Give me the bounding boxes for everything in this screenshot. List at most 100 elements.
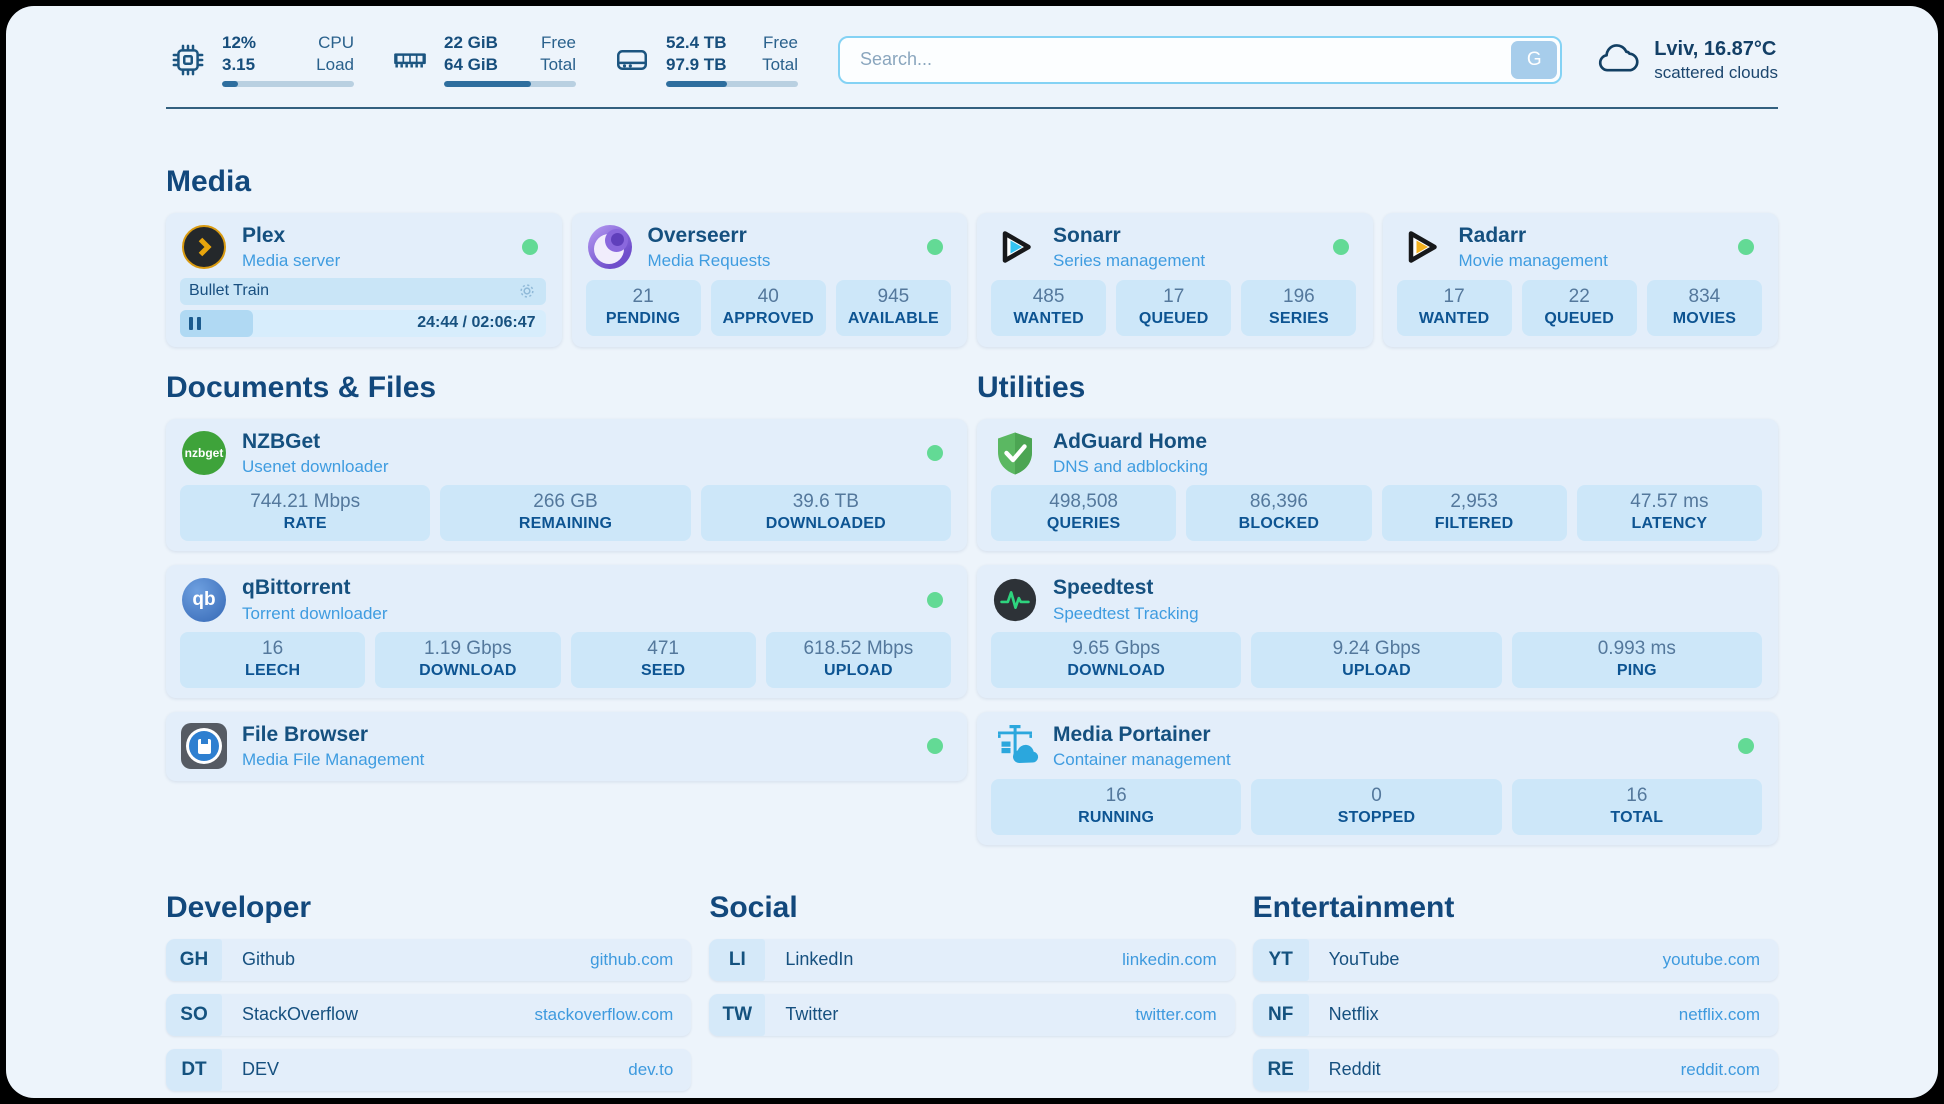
playback-progress-bar[interactable]: 24:44 / 02:06:47: [180, 310, 546, 337]
service-name: AdGuard Home: [1053, 429, 1208, 454]
system-stats: 12%3.15CPULoad 22 GiB64 GiBFreeTotal 52.4 …: [166, 32, 798, 87]
search-input[interactable]: [838, 36, 1562, 84]
stat-box-label: STOPPED: [1253, 809, 1499, 827]
cpu-stat: 12%3.15CPULoad: [166, 32, 354, 87]
stat-box-label: TOTAL: [1514, 809, 1760, 827]
gear-icon[interactable]: [517, 281, 537, 301]
portainer-icon: [991, 722, 1039, 770]
service-name: Sonarr: [1053, 223, 1205, 248]
service-card-nzbget[interactable]: nzbgetNZBGetUsenet downloader744.21 Mbps…: [166, 419, 967, 552]
stat-box-value: 9.24 Gbps: [1253, 638, 1499, 660]
service-name: File Browser: [242, 722, 424, 747]
status-dot-online: [1333, 239, 1349, 255]
stat-box-label: SEED: [573, 662, 754, 680]
service-name: qBittorrent: [242, 575, 388, 600]
stat-box-value: 39.6 TB: [703, 491, 949, 513]
usage-progress-bar: [222, 81, 354, 87]
bookmark-link-dev[interactable]: DTDEVdev.to: [166, 1049, 691, 1091]
stat-box: 17QUEUED: [1116, 280, 1231, 336]
service-card-sonarr[interactable]: SonarrSeries management485WANTED17QUEUED…: [977, 213, 1373, 347]
disk-stat: 52.4 TB97.9 TBFreeTotal: [610, 32, 798, 87]
stat-box-label: RATE: [182, 515, 428, 533]
nzbget-icon: nzbget: [180, 429, 228, 477]
stat-box-value: 834: [1649, 286, 1760, 308]
stat-box-value: 471: [573, 638, 754, 660]
stat-box-label: QUEUED: [1524, 310, 1635, 328]
bookmark-name: Github: [242, 949, 295, 970]
bookmark-link-github[interactable]: GHGithubgithub.com: [166, 939, 691, 981]
service-description: Usenet downloader: [242, 457, 388, 477]
stat-box: 266 GBREMAINING: [440, 485, 690, 541]
bookmark-url: netflix.com: [1679, 1005, 1760, 1025]
stat-box-value: 40: [713, 286, 824, 308]
bookmark-abbr: NF: [1253, 994, 1309, 1036]
documents-cards: nzbgetNZBGetUsenet downloader744.21 Mbps…: [166, 419, 967, 781]
utilities-cards: AdGuard Home DNS and adblocking 498,508QUE…: [977, 419, 1778, 845]
stat-box-label: UPLOAD: [768, 662, 949, 680]
memory-icon: [388, 40, 432, 80]
service-description: Media server: [242, 251, 340, 271]
stat-box-label: AVAILABLE: [838, 310, 949, 328]
cloud-icon: [1596, 41, 1640, 79]
service-card-filebrowser[interactable]: File Browser Media File Management: [166, 712, 967, 781]
stat-box-value: 0.993 ms: [1514, 638, 1760, 660]
bookmark-group-title: Developer: [166, 891, 691, 925]
stat-box: 471 SEED: [571, 632, 756, 688]
stat-label: Total: [540, 54, 576, 76]
usage-progress-bar: [666, 81, 798, 87]
service-description: DNS and adblocking: [1053, 457, 1208, 477]
now-playing-title: Bullet Train: [189, 282, 269, 300]
stat-box-value: 17: [1118, 286, 1229, 308]
service-card-adguard[interactable]: AdGuard Home DNS and adblocking 498,508QUE…: [977, 419, 1778, 552]
bookmark-link-reddit[interactable]: RERedditreddit.com: [1253, 1049, 1778, 1091]
stat-box: 16 LEECH: [180, 632, 365, 688]
service-card-plex[interactable]: Plex Media server Bullet Train 24:44 / 02:0…: [166, 213, 562, 347]
bookmark-name: Reddit: [1329, 1059, 1381, 1080]
service-card-overseerr[interactable]: OverseerrMedia Requests21PENDING40APPROV…: [572, 213, 968, 347]
service-card-portainer[interactable]: Media PortainerContainer management16RUN…: [977, 712, 1778, 845]
service-card-speedtest[interactable]: SpeedtestSpeedtest Tracking9.65 GbpsDOWN…: [977, 565, 1778, 698]
stat-box-label: LEECH: [182, 662, 363, 680]
bookmark-link-stackoverflow[interactable]: SOStackOverflowstackoverflow.com: [166, 994, 691, 1036]
memory-stat: 22 GiB64 GiBFreeTotal: [388, 32, 576, 87]
stat-value: 3.15: [222, 54, 256, 76]
bookmark-link-youtube[interactable]: YTYouTubeyoutube.com: [1253, 939, 1778, 981]
stat-box-value: 16: [182, 638, 363, 660]
usage-progress-bar: [444, 81, 576, 87]
stat-box-label: WANTED: [1399, 310, 1510, 328]
stat-box: 16TOTAL: [1512, 779, 1762, 835]
media-player: Bullet Train 24:44 / 02:06:47: [180, 278, 546, 337]
service-description: Torrent downloader: [242, 604, 388, 624]
bookmark-group-title: Social: [709, 891, 1234, 925]
service-description: Container management: [1053, 750, 1231, 770]
bookmark-url: youtube.com: [1663, 950, 1760, 970]
stat-box-label: LATENCY: [1579, 515, 1760, 533]
search-go-button[interactable]: G: [1511, 41, 1557, 79]
service-description: Movie management: [1459, 251, 1608, 271]
bookmark-url: dev.to: [628, 1060, 673, 1080]
stat-box: 0STOPPED: [1251, 779, 1501, 835]
stat-box-value: 1.19 Gbps: [377, 638, 558, 660]
stat-box: 498,508QUERIES: [991, 485, 1176, 541]
bookmark-link-twitter[interactable]: TWTwittertwitter.com: [709, 994, 1234, 1036]
stat-box-value: 21: [588, 286, 699, 308]
stat-box-label: RUNNING: [993, 809, 1239, 827]
speedtest-icon: [991, 576, 1039, 624]
stat-box: 945AVAILABLE: [836, 280, 951, 336]
stat-box-label: DOWNLOAD: [993, 662, 1239, 680]
overseerr-icon: [586, 223, 634, 271]
pause-icon[interactable]: [189, 317, 201, 330]
status-dot-online: [927, 445, 943, 461]
service-description: Media File Management: [242, 750, 424, 770]
stat-value: 52.4 TB: [666, 32, 726, 54]
service-card-radarr[interactable]: RadarrMovie management17WANTED22QUEUED83…: [1383, 213, 1779, 347]
weather-condition: scattered clouds: [1654, 62, 1778, 84]
stat-box-label: UPLOAD: [1253, 662, 1499, 680]
stat-label: Load: [316, 54, 354, 76]
bookmark-link-netflix[interactable]: NFNetflixnetflix.com: [1253, 994, 1778, 1036]
bookmark-link-linkedin[interactable]: LILinkedInlinkedin.com: [709, 939, 1234, 981]
stat-box-value: 196: [1243, 286, 1354, 308]
service-name: Plex: [242, 223, 340, 248]
stat-box-value: 618.52 Mbps: [768, 638, 949, 660]
service-card-qbittorrent[interactable]: qbqBittorrentTorrent downloader16LEECH1.…: [166, 565, 967, 698]
